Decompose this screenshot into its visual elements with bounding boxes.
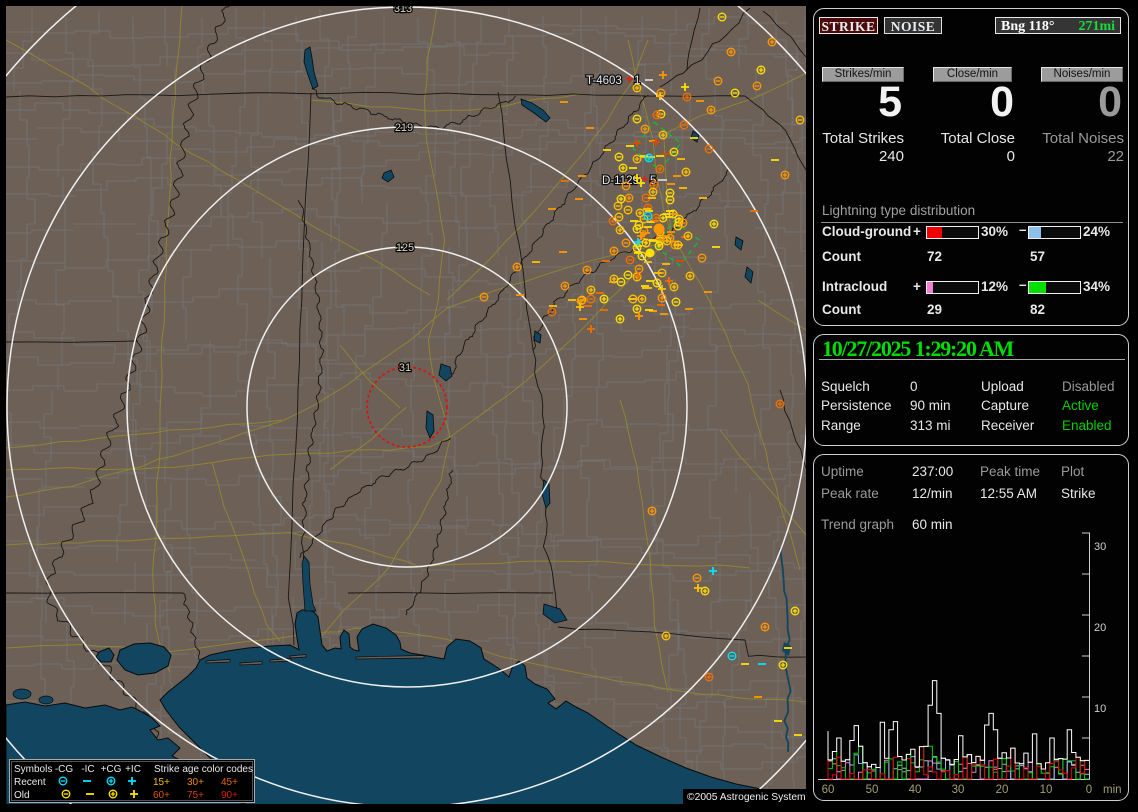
svg-text:313: 313 (394, 6, 412, 15)
svg-text:40: 40 (909, 784, 922, 796)
svg-text:-CG: -CG (55, 764, 74, 775)
svg-text:T-4603: T-4603 (586, 75, 622, 87)
svg-text:45+: 45+ (221, 777, 238, 788)
svg-text:10: 10 (1094, 703, 1106, 715)
svg-text:125: 125 (396, 242, 414, 254)
svg-text:30: 30 (952, 784, 965, 796)
svg-text:-IC: -IC (81, 764, 94, 775)
svg-text:D-1129: D-1129 (602, 175, 639, 187)
svg-text:75+: 75+ (187, 790, 204, 801)
svg-text:31: 31 (399, 362, 411, 374)
svg-text:60: 60 (822, 784, 835, 796)
svg-text:0: 0 (1086, 784, 1092, 796)
svg-text:50: 50 (866, 784, 879, 796)
svg-text:60+: 60+ (153, 790, 170, 801)
svg-text:Recent: Recent (14, 777, 46, 788)
svg-text:10: 10 (1040, 784, 1053, 796)
svg-text:15+: 15+ (153, 777, 170, 788)
svg-text:20: 20 (1094, 622, 1106, 634)
svg-text:Strike age color codes: Strike age color codes (154, 764, 253, 775)
svg-text:Old: Old (14, 790, 30, 801)
svg-text:219: 219 (395, 122, 413, 134)
svg-text:30: 30 (1094, 541, 1106, 553)
svg-text:30+: 30+ (187, 777, 204, 788)
svg-text:20: 20 (996, 784, 1009, 796)
svg-text:©2005 Astrogenic Systems: ©2005 Astrogenic Systems (687, 792, 806, 803)
svg-text:90+: 90+ (221, 790, 238, 801)
svg-text:Symbols: Symbols (14, 764, 52, 775)
svg-text:+CG: +CG (101, 764, 122, 775)
svg-text:min: min (1103, 784, 1122, 796)
svg-text:+IC: +IC (125, 764, 141, 775)
